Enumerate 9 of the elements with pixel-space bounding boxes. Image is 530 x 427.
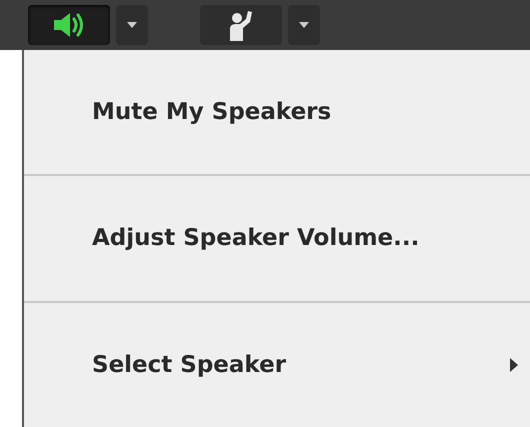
speaker-button[interactable] [28, 5, 110, 45]
dropdown-button[interactable] [116, 5, 148, 45]
menu-item[interactable]: Mute My Speakers [24, 50, 530, 176]
menu-item[interactable]: Select Speaker [24, 302, 530, 427]
dropdown-button[interactable] [288, 5, 320, 45]
caret-icon [299, 22, 309, 28]
raise-hand-button[interactable] [200, 5, 282, 45]
caret-icon [127, 22, 137, 28]
menu-item[interactable]: Adjust Speaker Volume... [24, 176, 530, 303]
